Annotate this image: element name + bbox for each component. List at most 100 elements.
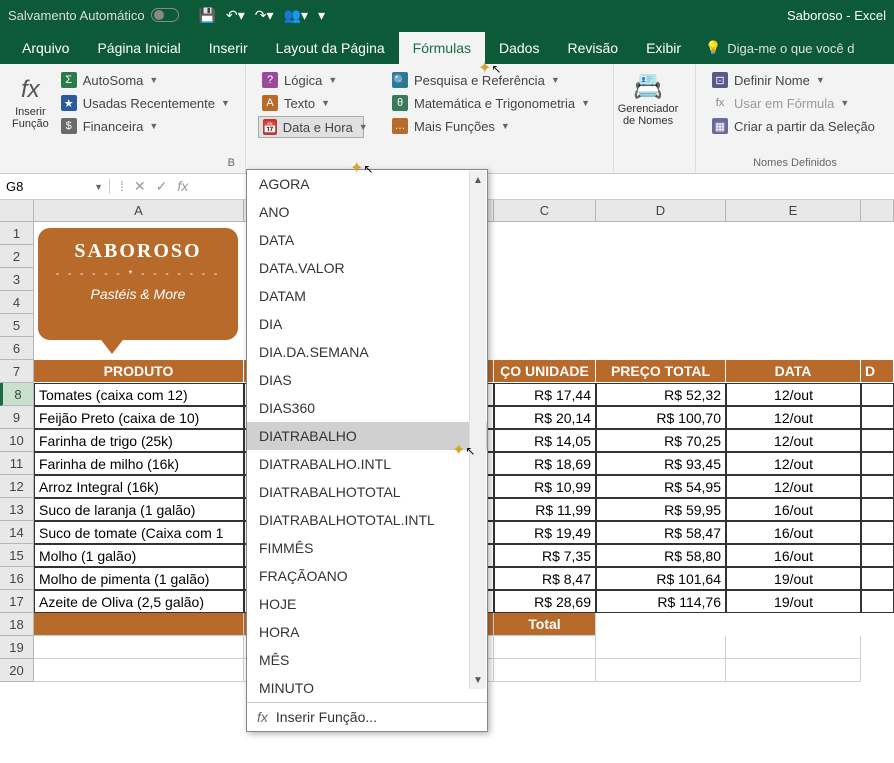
select-all-corner[interactable] bbox=[0, 200, 34, 221]
cell-extra[interactable] bbox=[861, 498, 894, 521]
row-header[interactable]: 5 bbox=[0, 314, 34, 337]
autosum-button[interactable]: ΣAutoSoma▼ bbox=[57, 70, 234, 90]
row-header[interactable]: 1 bbox=[0, 222, 34, 245]
dropdown-item[interactable]: ANO bbox=[247, 198, 487, 226]
grid-cell[interactable] bbox=[494, 222, 596, 245]
col-header-A[interactable]: A bbox=[34, 200, 244, 221]
table-header-produto[interactable]: PRODUTO bbox=[34, 360, 244, 383]
grid-cell[interactable] bbox=[596, 636, 726, 659]
row-header[interactable]: 14 bbox=[0, 521, 34, 544]
grid-cell[interactable] bbox=[596, 314, 726, 337]
row-header[interactable]: 12 bbox=[0, 475, 34, 498]
cell-preco-unidade[interactable]: R$ 10,99 bbox=[494, 475, 596, 498]
insert-function-footer[interactable]: fx Inserir Função... bbox=[247, 702, 487, 731]
cell-preco-unidade[interactable]: R$ 17,44 bbox=[494, 383, 596, 406]
dropdown-item[interactable]: DIATRABALHOTOTAL.INTL bbox=[247, 506, 487, 534]
scroll-up-icon[interactable]: ▲ bbox=[470, 171, 486, 189]
row-header[interactable]: 9 bbox=[0, 406, 34, 429]
dropdown-item[interactable]: DIATRABALHO.INTL bbox=[247, 450, 487, 478]
table-header-preco-unidade[interactable]: ÇO UNIDADE bbox=[494, 360, 596, 383]
cell-data[interactable]: 16/out bbox=[726, 521, 861, 544]
grid-cell[interactable] bbox=[596, 268, 726, 291]
row-header[interactable]: 7 bbox=[0, 360, 34, 383]
cell-preco-total[interactable]: R$ 58,80 bbox=[596, 544, 726, 567]
date-time-button[interactable]: 📅Data e Hora▼ bbox=[258, 116, 364, 138]
cell-data[interactable]: 19/out bbox=[726, 590, 861, 613]
save-icon[interactable]: 💾 bbox=[199, 7, 216, 24]
grid-cell[interactable] bbox=[596, 245, 726, 268]
cell-extra[interactable] bbox=[861, 429, 894, 452]
cell-data[interactable]: 12/out bbox=[726, 475, 861, 498]
recent-button[interactable]: ★Usadas Recentemente▼ bbox=[57, 93, 234, 113]
row-header[interactable]: 17 bbox=[0, 590, 34, 613]
dropdown-item[interactable]: DIAS bbox=[247, 366, 487, 394]
cell-data[interactable]: 12/out bbox=[726, 383, 861, 406]
dropdown-item[interactable]: DIAS360 bbox=[247, 394, 487, 422]
cell-preco-total[interactable]: R$ 54,95 bbox=[596, 475, 726, 498]
cell-preco-total[interactable]: R$ 59,95 bbox=[596, 498, 726, 521]
table-header-preco-total[interactable]: PREÇO TOTAL bbox=[596, 360, 726, 383]
cell-preco-total[interactable]: R$ 114,76 bbox=[596, 590, 726, 613]
cell-preco-unidade[interactable]: R$ 18,69 bbox=[494, 452, 596, 475]
grid-cell[interactable] bbox=[726, 314, 861, 337]
cell-preco-total[interactable]: R$ 93,45 bbox=[596, 452, 726, 475]
cell-data[interactable]: 19/out bbox=[726, 567, 861, 590]
fx-icon[interactable]: fx bbox=[177, 178, 188, 195]
cell-preco-unidade[interactable]: R$ 28,69 bbox=[494, 590, 596, 613]
create-from-selection-button[interactable]: ▦Criar a partir da Seleção bbox=[708, 116, 882, 136]
dropdown-scrollbar[interactable]: ▲ ▼ bbox=[469, 171, 486, 689]
cell-produto[interactable]: Molho (1 galão) bbox=[34, 544, 244, 567]
grid-cell[interactable] bbox=[494, 659, 596, 682]
tab-formulas[interactable]: Fórmulas bbox=[399, 32, 485, 64]
dropdown-item[interactable]: DIA.DA.SEMANA bbox=[247, 338, 487, 366]
grid-cell[interactable] bbox=[726, 613, 861, 636]
row-header[interactable]: 3 bbox=[0, 268, 34, 291]
tab-pagina-inicial[interactable]: Página Inicial bbox=[83, 32, 194, 64]
dropdown-item[interactable]: FIMMÊS bbox=[247, 534, 487, 562]
row-header[interactable]: 16 bbox=[0, 567, 34, 590]
cell-extra[interactable] bbox=[861, 383, 894, 406]
name-box[interactable]: G8 ▼ bbox=[0, 179, 110, 194]
row-header[interactable]: 19 bbox=[0, 636, 34, 659]
cell-preco-total[interactable]: R$ 52,32 bbox=[596, 383, 726, 406]
grid-cell[interactable] bbox=[494, 337, 596, 360]
cell-produto[interactable]: Farinha de trigo (25k) bbox=[34, 429, 244, 452]
row-header[interactable]: 13 bbox=[0, 498, 34, 521]
cell-preco-unidade[interactable]: R$ 11,99 bbox=[494, 498, 596, 521]
dropdown-item[interactable]: HORA bbox=[247, 618, 487, 646]
grid-cell[interactable] bbox=[596, 222, 726, 245]
cell-preco-unidade[interactable]: R$ 8,47 bbox=[494, 567, 596, 590]
grid-cell[interactable] bbox=[726, 636, 861, 659]
dropdown-item[interactable]: FRAÇÃOANO bbox=[247, 562, 487, 590]
grid-cell[interactable] bbox=[494, 291, 596, 314]
cell-produto[interactable]: Suco de tomate (Caixa com 1 bbox=[34, 521, 244, 544]
tell-me-search[interactable]: 💡 Diga-me o que você d bbox=[705, 32, 854, 64]
row-header[interactable]: 18 bbox=[0, 613, 34, 636]
formula-history-icon[interactable]: ⁞ bbox=[120, 178, 124, 195]
insert-function-button[interactable]: fx Inserir Função bbox=[8, 68, 53, 138]
grid-cell[interactable] bbox=[726, 268, 861, 291]
grid-cell[interactable] bbox=[34, 659, 244, 682]
use-in-formula-button[interactable]: fxUsar em Fórmula▼ bbox=[708, 93, 882, 113]
auto-save-toggle[interactable]: Salvamento Automático bbox=[8, 8, 179, 23]
grid-cell[interactable] bbox=[596, 291, 726, 314]
cell-produto[interactable]: Arroz Integral (16k) bbox=[34, 475, 244, 498]
define-name-button[interactable]: ⊡Definir Nome▼ bbox=[708, 70, 882, 90]
cell-produto[interactable]: Tomates (caixa com 12) bbox=[34, 383, 244, 406]
cell-data[interactable]: 12/out bbox=[726, 452, 861, 475]
scroll-down-icon[interactable]: ▼ bbox=[470, 671, 486, 689]
grid-cell[interactable] bbox=[726, 337, 861, 360]
touch-mode-icon[interactable]: 👥▾ bbox=[284, 7, 308, 24]
cell-produto[interactable]: Suco de laranja (1 galão) bbox=[34, 498, 244, 521]
row-header[interactable]: 6 bbox=[0, 337, 34, 360]
cell-extra[interactable] bbox=[861, 590, 894, 613]
cell-preco-total[interactable]: R$ 70,25 bbox=[596, 429, 726, 452]
dropdown-item[interactable]: DATAM bbox=[247, 282, 487, 310]
cell-preco-unidade[interactable]: R$ 7,35 bbox=[494, 544, 596, 567]
dropdown-item[interactable]: DIA bbox=[247, 310, 487, 338]
col-header-C[interactable]: C bbox=[494, 200, 596, 221]
tab-revisao[interactable]: Revisão bbox=[553, 32, 632, 64]
row-header[interactable]: 4 bbox=[0, 291, 34, 314]
grid-cell[interactable] bbox=[596, 659, 726, 682]
redo-icon[interactable]: ↷▾ bbox=[255, 7, 274, 24]
